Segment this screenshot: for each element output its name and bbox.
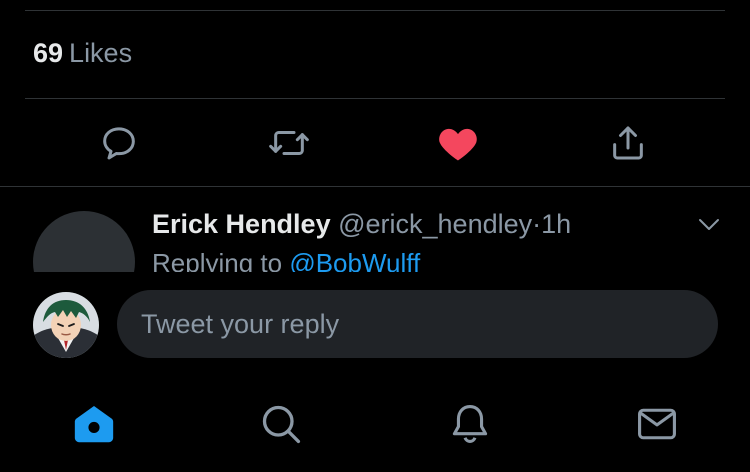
- share-icon: [613, 126, 643, 160]
- speech-bubble-icon: [103, 127, 135, 160]
- avatar[interactable]: [33, 211, 135, 272]
- bell-icon: [452, 405, 488, 443]
- like-button[interactable]: [435, 120, 481, 166]
- home-icon: [74, 405, 114, 443]
- tweet-action-bar: [0, 118, 750, 168]
- reply-input[interactable]: [117, 290, 718, 358]
- tab-messages[interactable]: [633, 400, 681, 448]
- author-handle[interactable]: @erick_hendley: [338, 209, 532, 239]
- tab-home[interactable]: [70, 400, 118, 448]
- bottom-tab-bar: [0, 392, 750, 452]
- user-avatar[interactable]: [33, 292, 99, 358]
- retweet-icon: [269, 131, 309, 155]
- tab-notifications[interactable]: [446, 400, 494, 448]
- mail-icon: [638, 408, 676, 440]
- mention-link[interactable]: @BobWulff: [289, 248, 420, 272]
- likes-label: Likes: [69, 38, 133, 68]
- reply-composer: [0, 272, 750, 372]
- tweet-header: Erick Hendley @erick_hendley·1h: [152, 209, 571, 240]
- author-name[interactable]: Erick Hendley: [152, 209, 331, 239]
- tweet-time: 1h: [541, 209, 572, 239]
- dot-separator: ·: [532, 209, 542, 239]
- search-icon: [262, 405, 301, 444]
- heart-filled-icon: [439, 128, 477, 161]
- tab-search[interactable]: [257, 400, 305, 448]
- likes-count: 69: [33, 38, 64, 68]
- replying-to: Replying to @BobWulff: [152, 248, 420, 272]
- reply-tweet[interactable]: Erick Hendley @erick_hendley·1h Replying…: [0, 186, 750, 272]
- share-button[interactable]: [605, 120, 651, 166]
- reply-button[interactable]: [96, 120, 142, 166]
- top-divider: [25, 10, 725, 11]
- chevron-down-icon[interactable]: [694, 212, 724, 236]
- retweet-button[interactable]: [266, 120, 312, 166]
- profile-picture-icon: [33, 292, 99, 358]
- stats-divider: [25, 98, 725, 99]
- likes-stat[interactable]: 69 Likes: [33, 38, 132, 69]
- replying-to-label: Replying to: [152, 248, 283, 272]
